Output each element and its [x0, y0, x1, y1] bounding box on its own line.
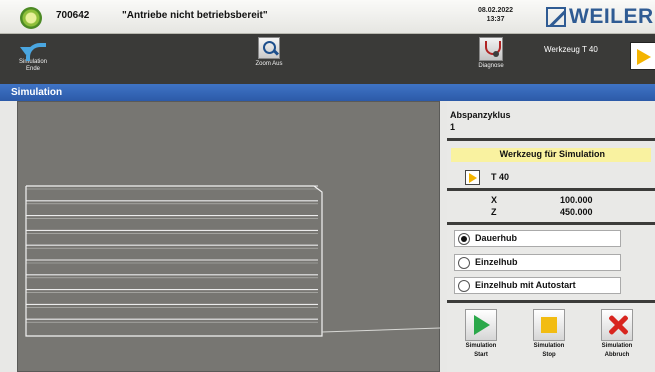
date-text: 08.02.2022 [478, 7, 514, 14]
turning-tool-icon[interactable] [630, 42, 655, 70]
date-time: 08.02.2022 13:37 [478, 6, 513, 24]
mode-continuous-option[interactable]: Dauerhub [454, 230, 621, 247]
start-label-1: Simulation [465, 343, 497, 349]
program-number: 700642 [56, 10, 90, 21]
start-label-2: Start [474, 352, 488, 358]
divider [447, 188, 655, 191]
magnifier-icon [258, 37, 280, 59]
toolpath-view [25, 185, 441, 337]
z-axis-value: 450.000 [560, 207, 593, 217]
contour-line [321, 327, 441, 333]
turning-tool-icon [465, 170, 480, 185]
simulation-end-button[interactable]: Simulation Ende [8, 34, 58, 84]
time-text: 13:37 [486, 16, 505, 23]
machine-status-icon [20, 7, 42, 29]
tool-for-simulation-header: Werkzeug für Simulation [451, 148, 651, 162]
status-bar: 700642 "Antriebe nicht betriebsbereit" 0… [0, 0, 655, 34]
diagnose-label: Diagnose [478, 63, 504, 69]
brand-logo: WEILER [546, 5, 654, 29]
toolbar: Simulation Ende Zoom Aus Diagnose Werkze… [0, 34, 655, 84]
abort-label-1: Simulation [601, 343, 633, 349]
x-axis-value: 100.000 [560, 195, 593, 205]
current-tool-label: Werkzeug T 40 [544, 45, 598, 54]
abort-x-icon [601, 309, 633, 341]
mode-single-autostart-option[interactable]: Einzelhub mit Autostart [454, 277, 621, 294]
stop-icon [533, 309, 565, 341]
simulation-start-button[interactable]: Simulation Start [461, 309, 501, 359]
simulation-abort-button[interactable]: Simulation Abbruch [597, 309, 637, 359]
mode-single-option[interactable]: Einzelhub [454, 254, 621, 271]
simulation-canvas[interactable] [17, 101, 441, 372]
radio-unselected-icon[interactable] [458, 257, 470, 269]
divider [447, 300, 655, 303]
stop-label-2: Stop [542, 352, 556, 358]
z-axis-label: Z [491, 207, 497, 217]
window-title: Simulation [0, 84, 655, 101]
brand-mark-icon [546, 7, 566, 27]
simulation-panel: Abspanzyklus 1 Werkzeug für Simulation T… [447, 101, 655, 372]
mode-label: Einzelhub [475, 257, 518, 267]
simulation-end-label-2: Ende [25, 66, 40, 72]
simulation-tool: T 40 [491, 172, 510, 182]
mode-label: Dauerhub [475, 233, 518, 243]
status-message: "Antriebe nicht betriebsbereit" [122, 10, 268, 21]
stethoscope-icon [479, 37, 503, 61]
cycle-value: 1 [450, 122, 456, 132]
radio-unselected-icon[interactable] [458, 280, 470, 292]
zoom-out-button[interactable]: Zoom Aus [246, 34, 292, 84]
zoom-out-label: Zoom Aus [255, 61, 283, 67]
radio-selected-icon[interactable] [458, 233, 470, 245]
diagnose-button[interactable]: Diagnose [468, 34, 514, 84]
divider [447, 138, 655, 141]
workpiece-outline [25, 185, 323, 337]
divider [447, 222, 655, 225]
simulation-stop-button[interactable]: Simulation Stop [529, 309, 569, 359]
play-icon [465, 309, 497, 341]
x-axis-label: X [491, 195, 498, 205]
abort-label-2: Abbruch [604, 352, 630, 358]
mode-label: Einzelhub mit Autostart [475, 280, 576, 290]
return-arrow-icon [20, 40, 46, 61]
brand-name: WEILER [569, 5, 654, 28]
stop-label-1: Simulation [533, 343, 565, 349]
cycle-label: Abspanzyklus [450, 110, 511, 120]
